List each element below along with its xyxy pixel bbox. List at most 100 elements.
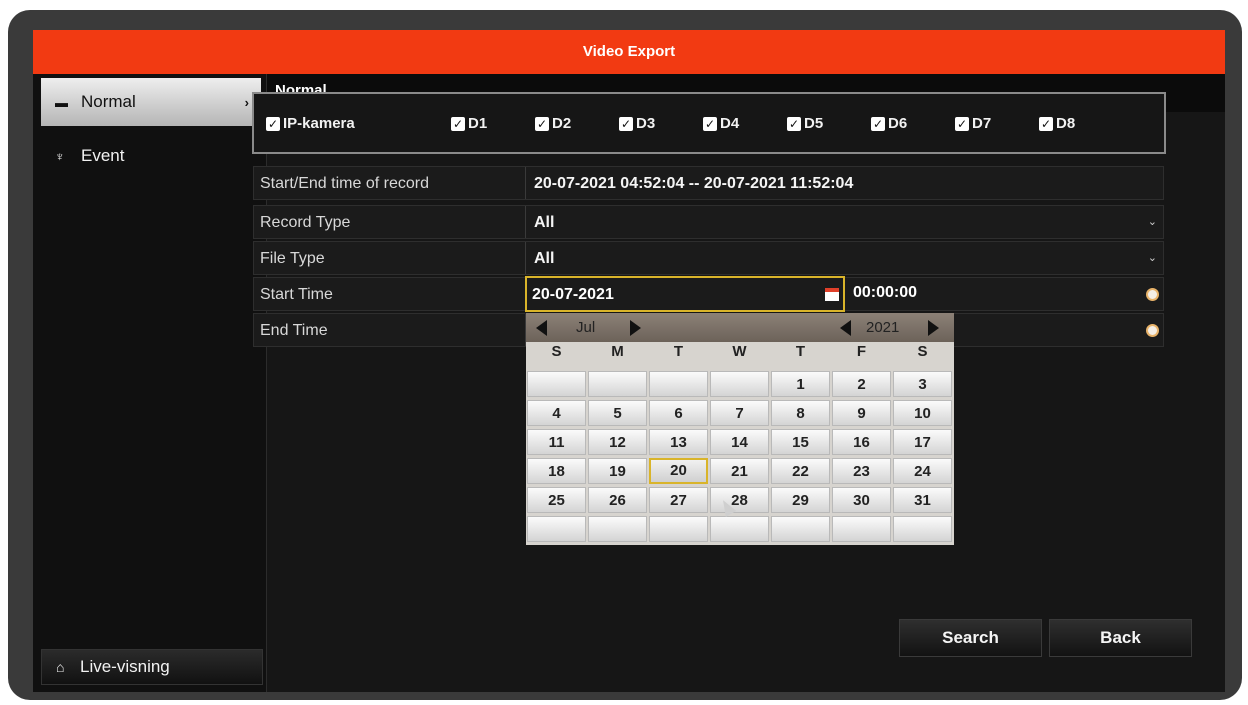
calendar-day[interactable]: 22 bbox=[771, 458, 830, 484]
folder-icon: ▬ bbox=[55, 94, 68, 110]
start-time-label: Start Time bbox=[260, 286, 333, 303]
checkbox-label: IP-kamera bbox=[283, 115, 355, 132]
record-type-select[interactable]: All bbox=[534, 214, 554, 232]
checkbox-label: D7 bbox=[972, 115, 992, 132]
calendar-day[interactable]: 27 bbox=[649, 487, 708, 513]
calendar-day[interactable]: 31 bbox=[893, 487, 952, 513]
checkbox-label: D8 bbox=[1056, 115, 1076, 132]
prev-year-icon[interactable] bbox=[840, 320, 851, 336]
calendar-day[interactable]: 29 bbox=[771, 487, 830, 513]
sidebar-item-normal[interactable]: ▬ Normal › bbox=[41, 78, 261, 126]
calendar-day bbox=[588, 516, 647, 542]
weekday-label: T bbox=[795, 343, 806, 360]
weekday-label: T bbox=[673, 343, 684, 360]
back-button[interactable]: Back bbox=[1049, 619, 1192, 657]
date-picker: Jul 2021 S M T W T F S 1 2 3 4 5 6 7 8 9 10 11 12 13 14 15 16 1… bbox=[526, 313, 954, 545]
calendar-day[interactable]: 18 bbox=[527, 458, 586, 484]
event-icon: ♆ bbox=[55, 148, 65, 164]
calendar-day bbox=[710, 371, 769, 397]
checkbox-d2[interactable]: ✓ D2 bbox=[535, 115, 571, 132]
calendar-day[interactable]: 28 bbox=[710, 487, 769, 513]
start-time-field[interactable]: 00:00:00 bbox=[853, 284, 917, 302]
calendar-day[interactable]: 25 bbox=[527, 487, 586, 513]
calendar-day bbox=[771, 516, 830, 542]
divider bbox=[525, 167, 526, 199]
checkbox-checked-icon: ✓ bbox=[266, 116, 280, 131]
end-time-label: End Time bbox=[260, 322, 328, 339]
calendar-day bbox=[893, 516, 952, 542]
calendar-day bbox=[649, 516, 708, 542]
calendar-day[interactable]: 26 bbox=[588, 487, 647, 513]
calendar-day[interactable]: 6 bbox=[649, 400, 708, 426]
chevron-down-icon[interactable]: ⌄ bbox=[1148, 251, 1157, 264]
sidebar-item-label: Normal bbox=[81, 92, 136, 111]
checkbox-label: D1 bbox=[468, 115, 488, 132]
calendar-day[interactable]: 24 bbox=[893, 458, 952, 484]
sidebar-item-event[interactable]: ♆ Event bbox=[41, 132, 261, 180]
calendar-day-selected[interactable]: 20 bbox=[649, 458, 708, 484]
weekday-label: S bbox=[551, 343, 562, 360]
record-type-row[interactable]: Record Type All ⌄ bbox=[253, 205, 1164, 239]
checkbox-d5[interactable]: ✓ D5 bbox=[787, 115, 823, 132]
calendar-day[interactable]: 19 bbox=[588, 458, 647, 484]
calendar-icon[interactable] bbox=[825, 288, 839, 301]
weekday-label: F bbox=[856, 343, 867, 360]
live-view-button[interactable]: ⌂ Live-visning bbox=[41, 649, 263, 685]
calendar-day[interactable]: 30 bbox=[832, 487, 891, 513]
calendar-day[interactable]: 1 bbox=[771, 371, 830, 397]
calendar-day[interactable]: 12 bbox=[588, 429, 647, 455]
checkbox-label: D4 bbox=[720, 115, 740, 132]
calendar-day bbox=[649, 371, 708, 397]
file-type-row[interactable]: File Type All ⌄ bbox=[253, 241, 1164, 275]
prev-month-icon[interactable] bbox=[536, 320, 547, 336]
next-month-icon[interactable] bbox=[630, 320, 641, 336]
calendar-day[interactable]: 3 bbox=[893, 371, 952, 397]
calendar-day[interactable]: 21 bbox=[710, 458, 769, 484]
start-date-field[interactable]: 20-07-2021 bbox=[525, 276, 845, 312]
calendar-day[interactable]: 5 bbox=[588, 400, 647, 426]
checkbox-d3[interactable]: ✓ D3 bbox=[619, 115, 655, 132]
checkbox-checked-icon: ✓ bbox=[535, 116, 549, 131]
calendar-day[interactable]: 8 bbox=[771, 400, 830, 426]
weekday-label: M bbox=[611, 343, 624, 360]
calendar-day[interactable]: 16 bbox=[832, 429, 891, 455]
calendar-day bbox=[710, 516, 769, 542]
next-year-icon[interactable] bbox=[928, 320, 939, 336]
clock-icon[interactable] bbox=[1146, 324, 1159, 337]
sidebar-item-label: Event bbox=[81, 146, 125, 165]
calendar-day[interactable]: 17 bbox=[893, 429, 952, 455]
calendar-day[interactable]: 9 bbox=[832, 400, 891, 426]
calendar-day[interactable]: 23 bbox=[832, 458, 891, 484]
checkbox-d7[interactable]: ✓ D7 bbox=[955, 115, 991, 132]
weekday-label: W bbox=[732, 343, 747, 360]
checkbox-checked-icon: ✓ bbox=[1039, 116, 1053, 131]
checkbox-checked-icon: ✓ bbox=[871, 116, 885, 131]
record-range-row: Start/End time of record 20-07-2021 04:5… bbox=[253, 166, 1164, 200]
calendar-day bbox=[832, 516, 891, 542]
checkbox-d4[interactable]: ✓ D4 bbox=[703, 115, 739, 132]
month-label: Jul bbox=[576, 319, 596, 336]
weekday-label: S bbox=[917, 343, 928, 360]
checkbox-label: D6 bbox=[888, 115, 908, 132]
checkbox-checked-icon: ✓ bbox=[619, 116, 633, 131]
checkbox-ip-kamera[interactable]: ✓ IP-kamera bbox=[266, 115, 355, 132]
calendar-day[interactable]: 11 bbox=[527, 429, 586, 455]
chevron-down-icon[interactable]: ⌄ bbox=[1148, 215, 1157, 228]
checkbox-d8[interactable]: ✓ D8 bbox=[1039, 115, 1075, 132]
calendar-day[interactable]: 4 bbox=[527, 400, 586, 426]
calendar-day[interactable]: 14 bbox=[710, 429, 769, 455]
clock-icon[interactable] bbox=[1146, 288, 1159, 301]
sidebar: ▬ Normal › ♆ Event ⌂ Live-visning bbox=[33, 74, 267, 692]
calendar-day[interactable]: 2 bbox=[832, 371, 891, 397]
home-icon: ⌂ bbox=[56, 659, 65, 675]
calendar-day[interactable]: 13 bbox=[649, 429, 708, 455]
file-type-label: File Type bbox=[260, 250, 325, 267]
search-button[interactable]: Search bbox=[899, 619, 1042, 657]
window-title: Video Export bbox=[33, 30, 1225, 74]
file-type-select[interactable]: All bbox=[534, 250, 554, 268]
calendar-day[interactable]: 15 bbox=[771, 429, 830, 455]
calendar-day[interactable]: 7 bbox=[710, 400, 769, 426]
checkbox-d1[interactable]: ✓ D1 bbox=[451, 115, 487, 132]
calendar-day[interactable]: 10 bbox=[893, 400, 952, 426]
checkbox-d6[interactable]: ✓ D6 bbox=[871, 115, 907, 132]
